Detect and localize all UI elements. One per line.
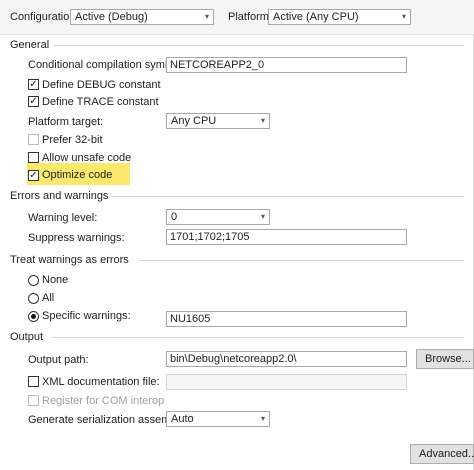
define-trace-label: Define TRACE constant [42,96,159,108]
define-debug-label: Define DEBUG constant [42,79,161,91]
section-divider [52,337,464,338]
conditional-symbols-input[interactable]: NETCOREAPP2_0 [166,57,407,73]
register-com-label: Register for COM interop [42,395,165,407]
section-general: General [0,38,464,52]
suppress-warnings-label: Suppress warnings: [28,232,125,244]
platform-label: Platform: [228,11,273,23]
none-radio[interactable] [28,275,39,286]
define-trace-checkbox[interactable]: ✓ [28,96,39,107]
all-radio[interactable] [28,293,39,304]
section-title: Errors and warnings [10,190,109,202]
none-radio-label: None [42,274,69,286]
prefer32-label: Prefer 32-bit [42,134,103,146]
radio-selected-dot [31,314,36,319]
chevron-down-icon: ▾ [260,116,265,125]
conditional-symbols-label: Conditional compilation symbols: [28,59,189,71]
section-output: Output [0,330,464,344]
optimize-code-checkbox[interactable]: ✓ [28,170,39,181]
chevron-down-icon: ▾ [260,212,265,221]
output-path-input[interactable]: bin\Debug\netcoreapp2.0\ [166,351,407,367]
configuration-label: Configuration: [10,11,79,23]
warning-level-value: 0 [171,211,178,223]
prefer32-checkbox[interactable] [28,134,39,145]
xml-doc-checkbox[interactable] [28,376,39,387]
platform-target-value: Any CPU [171,115,217,127]
serialization-label: Generate serialization assembly: [28,414,188,426]
optimize-code-label: Optimize code [42,169,113,181]
checkmark-icon: ✓ [29,79,38,90]
specific-warnings-radio[interactable] [28,311,39,322]
section-divider [138,260,464,261]
specific-warnings-label: Specific warnings: [42,310,131,322]
chevron-down-icon: ▾ [260,414,265,423]
unsafe-code-checkbox[interactable] [28,152,39,163]
section-divider [54,45,464,46]
serialization-value: Auto [171,413,194,425]
browse-button[interactable]: Browse... [416,349,474,369]
configuration-value: Active (Debug) [75,11,148,23]
chevron-down-icon: ▾ [204,12,209,21]
platform-target-label: Platform target: [28,116,104,128]
section-title: Output [10,331,44,343]
warning-level-label: Warning level: [28,212,98,224]
section-title: General [10,39,50,51]
warning-level-dropdown[interactable]: 0 ▾ [166,209,270,225]
platform-dropdown[interactable]: Active (Any CPU) ▾ [268,9,411,25]
platform-target-dropdown[interactable]: Any CPU ▾ [166,113,270,129]
section-divider [112,196,464,197]
configuration-dropdown[interactable]: Active (Debug) ▾ [70,9,214,25]
serialization-dropdown[interactable]: Auto ▾ [166,411,270,427]
checkmark-icon: ✓ [29,170,38,181]
chevron-down-icon: ▾ [401,12,406,21]
section-treat-warnings: Treat warnings as errors [0,253,464,267]
suppress-warnings-input[interactable]: 1701;1702;1705 [166,229,407,245]
advanced-button[interactable]: Advanced... [410,444,474,464]
xml-doc-label: XML documentation file: [42,376,160,388]
section-errors-warnings: Errors and warnings [0,189,464,203]
section-title: Treat warnings as errors [10,254,129,266]
checkmark-icon: ✓ [29,96,38,107]
platform-value: Active (Any CPU) [273,11,359,23]
specific-warnings-input[interactable]: NU1605 [166,311,407,327]
xml-doc-input[interactable] [166,374,407,390]
register-com-checkbox[interactable] [28,395,39,406]
all-radio-label: All [42,292,55,304]
output-path-label: Output path: [28,354,89,366]
define-debug-checkbox[interactable]: ✓ [28,79,39,90]
